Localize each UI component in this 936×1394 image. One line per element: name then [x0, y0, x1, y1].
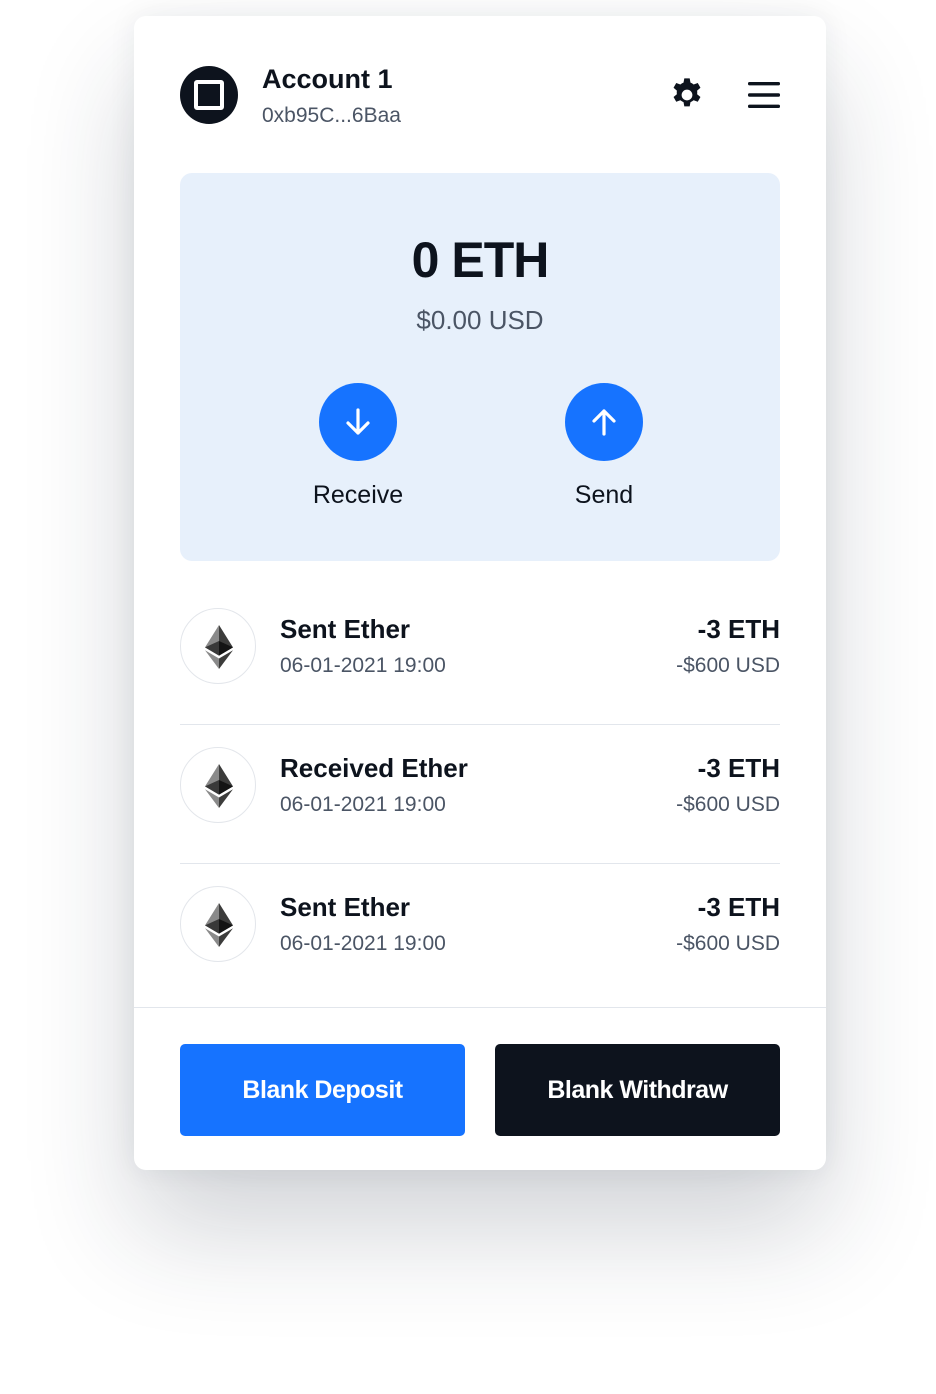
transaction-usd: -$600 USD	[676, 654, 780, 677]
transaction-amount: -3 ETH	[697, 892, 780, 922]
transaction-icon-badge	[180, 608, 256, 684]
ethereum-icon	[205, 903, 233, 947]
page: Account 1 0xb95C...6Baa 0 ETH $0.00 USD	[0, 0, 936, 1394]
account-name: Account 1	[262, 64, 393, 94]
transaction-row[interactable]: Sent Ether 06-01-2021 19:00 -3 ETH -$600…	[180, 864, 780, 1002]
account-header: Account 1 0xb95C...6Baa	[180, 64, 782, 128]
hamburger-menu-icon[interactable]	[746, 78, 782, 112]
transaction-amount: -3 ETH	[697, 614, 780, 644]
transaction-date: 06-01-2021 19:00	[280, 654, 446, 677]
ethereum-icon	[205, 625, 233, 669]
balance-panel: 0 ETH $0.00 USD Receive Send	[180, 173, 780, 561]
transaction-title: Sent Ether	[280, 614, 411, 644]
send-label: Send	[574, 481, 634, 509]
receive-circle[interactable]	[319, 383, 397, 461]
arrow-down-icon	[346, 408, 370, 435]
transaction-usd: -$600 USD	[676, 932, 780, 955]
transaction-icon-badge	[180, 886, 256, 962]
balance-usd: $0.00 USD	[416, 305, 544, 335]
ethereum-icon	[205, 764, 233, 808]
transaction-list: Sent Ether 06-01-2021 19:00 -3 ETH -$600…	[180, 586, 780, 1002]
square-icon	[194, 80, 224, 110]
transaction-row[interactable]: Received Ether 06-01-2021 19:00 -3 ETH -…	[180, 725, 780, 864]
receive-label: Receive	[312, 481, 404, 509]
receive-button[interactable]: Receive	[278, 383, 438, 523]
transaction-date: 06-01-2021 19:00	[280, 793, 446, 816]
wallet-card: Account 1 0xb95C...6Baa 0 ETH $0.00 USD	[134, 16, 826, 1170]
transaction-title: Sent Ether	[280, 892, 411, 922]
transaction-date: 06-01-2021 19:00	[280, 932, 446, 955]
transaction-amount: -3 ETH	[697, 753, 780, 783]
blank-withdraw-button[interactable]: Blank Withdraw	[495, 1044, 780, 1136]
transaction-usd: -$600 USD	[676, 793, 780, 816]
balance-amount: 0 ETH	[411, 232, 550, 288]
gear-icon[interactable]	[668, 76, 706, 114]
send-button[interactable]: Send	[524, 383, 684, 523]
transaction-row[interactable]: Sent Ether 06-01-2021 19:00 -3 ETH -$600…	[180, 586, 780, 725]
send-circle[interactable]	[565, 383, 643, 461]
footer-divider	[134, 1007, 826, 1008]
blank-deposit-button[interactable]: Blank Deposit	[180, 1044, 465, 1136]
arrow-up-icon	[592, 409, 616, 436]
account-avatar[interactable]	[180, 66, 238, 124]
transaction-icon-badge	[180, 747, 256, 823]
transaction-title: Received Ether	[280, 753, 468, 783]
account-address[interactable]: 0xb95C...6Baa	[262, 104, 401, 128]
